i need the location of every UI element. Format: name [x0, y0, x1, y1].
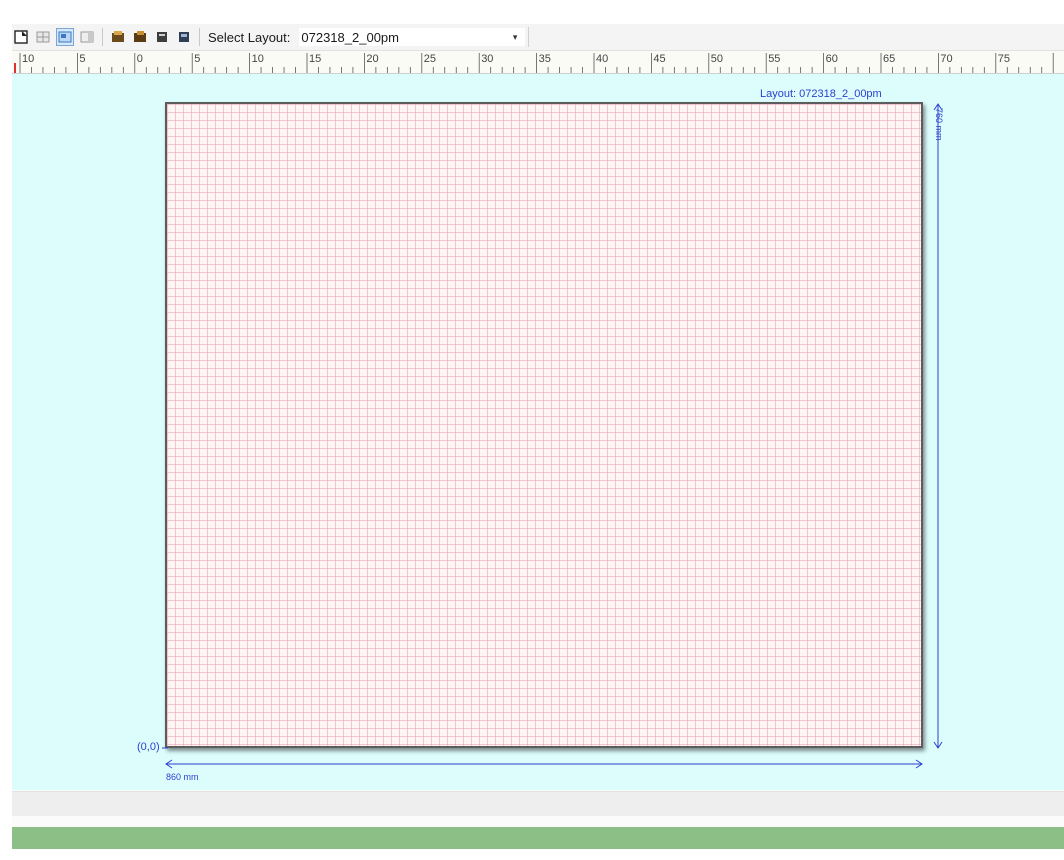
ruler-label: 35: [538, 53, 551, 65]
ruler-label: 65: [883, 53, 896, 65]
toolbar-separator: [199, 28, 200, 46]
toolbar-separator: [102, 28, 103, 46]
horizontal-ruler: 10 5 0 5 10 15 20 25 30 35 40 45 50 55 60 65 70 75: [12, 51, 1064, 74]
ruler-label: 60: [825, 53, 838, 65]
toolbar: Select Layout: 072318_2_00pm ▾: [12, 24, 1064, 51]
component-icon-3: [157, 32, 167, 42]
title-bar: [0, 0, 1064, 24]
window-margin: [0, 24, 12, 849]
new-layout-button[interactable]: [12, 28, 30, 46]
component-button-1[interactable]: [109, 28, 127, 46]
layout-select-value: 072318_2_00pm: [301, 29, 399, 45]
component-button-2[interactable]: [131, 28, 149, 46]
ruler-label: 5: [79, 53, 86, 65]
design-canvas[interactable]: Layout: 072318_2_00pm 860 mm 760 mm (0,0…: [12, 74, 1064, 790]
ruler-label: 50: [710, 53, 724, 65]
ruler-label: 10: [251, 53, 264, 65]
height-dimension-label: 760 mm: [934, 108, 944, 141]
component-button-3[interactable]: [153, 28, 171, 46]
board-view-button[interactable]: [56, 28, 74, 46]
window-margin-bottom: [0, 849, 1064, 860]
component-button-4[interactable]: [175, 28, 193, 46]
origin-label: (0,0): [137, 741, 160, 753]
progress-bar: [12, 827, 1064, 849]
side-panel-button[interactable]: [78, 28, 96, 46]
ruler-label: 70: [940, 53, 953, 65]
layout-editor-window: Select Layout: 072318_2_00pm ▾ 10 5 0 5 10 15…: [0, 0, 1064, 860]
ruler-label: 5: [194, 53, 201, 65]
select-layout-label: Select Layout:: [208, 29, 291, 45]
status-strip: [12, 791, 1064, 816]
grid-view-icon: [36, 31, 50, 43]
ruler-label: 15: [309, 53, 322, 65]
toolbar-separator: [528, 27, 530, 47]
board-view-icon: [58, 31, 72, 43]
ruler-label: 40: [596, 53, 609, 65]
width-dimension-label: 860 mm: [166, 772, 199, 782]
layout-select[interactable]: 072318_2_00pm ▾: [298, 27, 527, 47]
ruler-label: 55: [768, 53, 781, 65]
height-dimension-line: [933, 103, 943, 749]
ruler-label: 0: [136, 53, 143, 65]
ruler-label: 20: [366, 53, 379, 65]
component-icon-2: [134, 31, 146, 42]
width-dimension-line: [165, 759, 923, 769]
ruler-label: 45: [653, 53, 666, 65]
new-layout-icon: [14, 30, 28, 44]
dimension-lines: [162, 103, 943, 769]
ruler-label: 25: [423, 53, 437, 65]
grid-view-button[interactable]: [34, 28, 52, 46]
ruler-label: 10: [22, 53, 35, 65]
component-icon-4: [179, 32, 189, 42]
chevron-down-icon: ▾: [512, 31, 518, 42]
ruler-label: 30: [481, 53, 494, 65]
component-icon-1: [112, 31, 124, 42]
side-panel-icon: [80, 31, 94, 43]
ruler-label: 75: [997, 53, 1011, 65]
